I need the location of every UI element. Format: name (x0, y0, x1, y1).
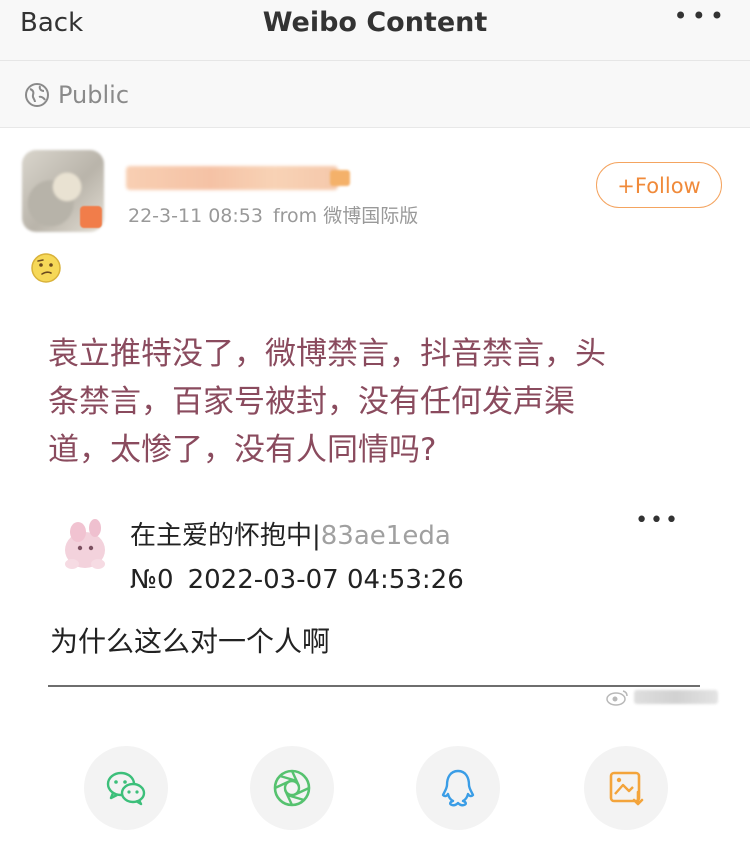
comment-meta: №0 2022-03-07 04:53:26 (130, 560, 464, 600)
verified-badge-icon (80, 206, 102, 228)
comment-avatar[interactable] (52, 514, 114, 576)
qq-icon (441, 769, 475, 807)
follow-button[interactable]: +Follow (596, 162, 722, 208)
weibo-logo-icon (606, 690, 628, 706)
username-blurred[interactable] (126, 166, 338, 190)
visibility-row: Public (0, 61, 750, 128)
share-wechat-button[interactable] (84, 746, 168, 830)
vip-crown-icon (330, 170, 350, 186)
save-image-icon (609, 771, 644, 806)
comment-datetime: 2022-03-07 04:53:26 (187, 565, 464, 595)
post-text: 袁立推特没了，微博禁言，抖音禁言，头 条禁言，百家号被封，没有任何发声渠 道，太… (48, 330, 698, 474)
more-options-button[interactable]: ••• (674, 2, 728, 30)
save-image-button[interactable] (584, 746, 668, 830)
page-title: Weibo Content (262, 7, 488, 38)
comment-username[interactable]: 在主爱的怀抱中|83ae1eda (130, 516, 451, 556)
post-time: 22-3-11 08:53 (128, 205, 263, 227)
weibo-watermark (606, 686, 718, 708)
share-moments-button[interactable] (250, 746, 334, 830)
wechat-icon (106, 771, 146, 806)
comment-user-id: 83ae1eda (320, 521, 451, 551)
post-source: from 微博国际版 (272, 205, 419, 227)
comment-more-button[interactable]: ••• (635, 508, 680, 533)
watermark-text-blurred (634, 690, 718, 704)
more-horizontal-icon: ••• (635, 508, 680, 533)
divider (48, 685, 700, 687)
moments-icon (273, 769, 311, 807)
more-horizontal-icon: ••• (673, 2, 728, 30)
navigation-bar: Back Weibo Content ••• (0, 0, 750, 61)
comment-text: 为什么这么对一个人啊 (50, 625, 331, 658)
comment-number: №0 (130, 565, 174, 595)
share-qq-button[interactable] (416, 746, 500, 830)
thinking-face-icon (31, 253, 61, 283)
post-text-line: 袁立推特没了，微博禁言，抖音禁言，头 (48, 336, 606, 372)
comment-username-text: 在主爱的怀抱中| (130, 521, 321, 551)
visibility-label: Public (58, 81, 130, 109)
post-text-line: 道，太惨了，没有人同情吗? (48, 432, 437, 468)
globe-icon (25, 83, 49, 107)
post-text-line: 条禁言，百家号被封，没有任何发声渠 (48, 384, 575, 420)
post-meta: 22-3-11 08:53 from 微博国际版 (128, 202, 418, 230)
